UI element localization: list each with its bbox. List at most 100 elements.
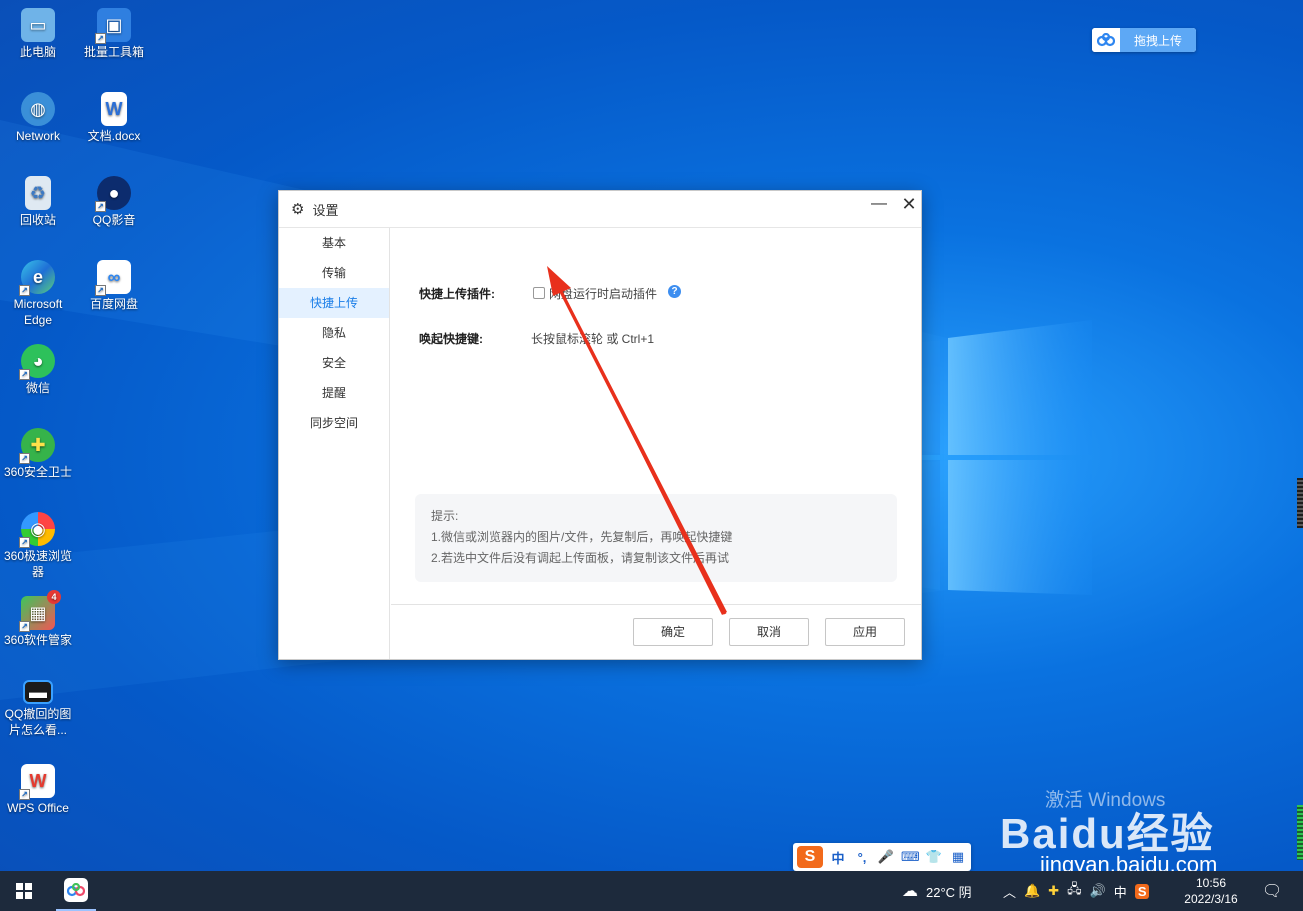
- settings-content: 快捷上传插件: 网盘运行时启动插件 ? 唤起快捷键: 长按鼠标滚轮 或 Ctrl…: [391, 228, 921, 604]
- ime-language-indicator[interactable]: 中: [1114, 882, 1127, 901]
- network-globe-icon: ◍: [21, 92, 55, 126]
- edge-scroll-handle[interactable]: [1297, 478, 1303, 528]
- dialog-title: 设置: [312, 202, 339, 218]
- desktop-icon-label: 360极速浏览器: [3, 549, 73, 579]
- desktop-icon-this-pc[interactable]: ▭ 此电脑: [0, 8, 76, 60]
- nav-item-privacy[interactable]: 隐私: [279, 318, 389, 348]
- desktop-icon-edge[interactable]: e ↗ Microsoft Edge: [0, 260, 76, 328]
- desktop-icon-label: 微信: [25, 381, 50, 395]
- dialog-titlebar[interactable]: ⚙ 设置: [279, 191, 921, 228]
- edge-browser-icon: e ↗: [19, 260, 55, 296]
- taskbar-baidu-netdisk[interactable]: [56, 871, 96, 911]
- action-center-icon[interactable]: 🗨: [1262, 871, 1282, 911]
- help-icon[interactable]: ?: [668, 285, 681, 298]
- gear-icon: ⚙: [291, 201, 305, 218]
- desktop-icon-label: WPS Office: [7, 801, 69, 815]
- weather-text: 22°C 阴: [926, 884, 972, 900]
- nav-item-security[interactable]: 安全: [279, 348, 389, 378]
- tips-box: 提示: 1.微信或浏览器内的图片/文件，先复制后，再唤起快捷键 2.若选中文件后…: [415, 494, 897, 582]
- desktop-icon-baidu-netdisk[interactable]: ∞ ↗ 百度网盘: [76, 260, 152, 312]
- desktop-icon-360-browser[interactable]: ◉ ↗ 360极速浏览器: [0, 512, 76, 580]
- desktop-icon-wps[interactable]: W ↗ WPS Office: [0, 764, 76, 816]
- windows-logo-icon: [16, 883, 32, 899]
- desktop-icon-label: Microsoft Edge: [13, 297, 63, 327]
- wechat-icon: ◕ ↗: [19, 344, 55, 380]
- network-icon[interactable]: 🖧: [1067, 880, 1082, 902]
- nav-item-sync-space[interactable]: 同步空间: [279, 408, 389, 438]
- ime-punctuation[interactable]: °,: [853, 850, 871, 865]
- cancel-button[interactable]: 取消: [729, 618, 809, 646]
- baidu-netdisk-icon: [1092, 28, 1120, 52]
- plugin-startup-checkbox[interactable]: [533, 287, 545, 299]
- desktop-icon-qq-recall[interactable]: ▬ QQ撤回的图片怎么看...: [0, 680, 76, 738]
- wps-office-icon: W ↗: [19, 764, 55, 800]
- 360-safe-icon: ✚ ↗: [19, 428, 55, 464]
- sogou-logo-icon[interactable]: S: [797, 846, 823, 868]
- microphone-icon[interactable]: 🎤: [877, 849, 895, 865]
- desktop-icon-label: 360软件管家: [3, 633, 73, 647]
- notification-badge: 4: [47, 590, 61, 604]
- clock-time: 10:56: [1195, 876, 1227, 890]
- video-file-icon: ▬: [23, 680, 53, 704]
- drag-upload-button[interactable]: 拖拽上传: [1092, 28, 1196, 52]
- tips-title: 提示:: [431, 509, 459, 523]
- baidu-netdisk-icon: [64, 878, 88, 902]
- nav-item-reminder[interactable]: 提醒: [279, 378, 389, 408]
- desktop-icon-wechat[interactable]: ◕ ↗ 微信: [0, 344, 76, 396]
- clock[interactable]: 10:56 2022/3/16: [1180, 875, 1242, 907]
- desktop-icon-label: 回收站: [19, 213, 56, 227]
- desktop-icon-label: 百度网盘: [89, 297, 138, 311]
- plugin-startup-checkbox-label[interactable]: 网盘运行时启动插件: [549, 285, 657, 302]
- desktop-icon-label: 批量工具箱: [83, 45, 144, 59]
- nav-item-transfer[interactable]: 传输: [279, 258, 389, 288]
- desktop-icon-docx[interactable]: W 文档.docx: [76, 92, 152, 144]
- desktop-icon-label: QQ影音: [92, 213, 136, 227]
- system-tray: ︿ 🔔 ✚ 🖧 🔊 中 S: [1003, 871, 1150, 911]
- ok-button[interactable]: 确定: [633, 618, 713, 646]
- weather-widget[interactable]: ☁ 22°C 阴: [902, 871, 972, 911]
- tip-line: 1.微信或浏览器内的图片/文件，先复制后，再唤起快捷键: [431, 530, 733, 544]
- desktop-icon-recycle-bin[interactable]: ♻ 回收站: [0, 176, 76, 228]
- qq-player-icon: ● ↗: [95, 176, 131, 212]
- apply-button[interactable]: 应用: [825, 618, 905, 646]
- desktop-icon-label: 此电脑: [19, 45, 56, 59]
- nav-item-quick-upload[interactable]: 快捷上传: [279, 288, 389, 318]
- tip-line: 2.若选中文件后没有调起上传面板，请复制该文件后再试: [431, 551, 730, 565]
- settings-dialog: ⚙ 设置 — ✕ 基本 传输 快捷上传 隐私 安全 提醒 同步空间 快捷上传插件…: [278, 190, 922, 660]
- baidu-netdisk-icon: ∞ ↗: [95, 260, 131, 296]
- desktop-icon-label: 360安全卫士: [3, 465, 73, 479]
- hotkey-label: 唤起快捷键:: [419, 332, 483, 346]
- 360-tray-icon[interactable]: ✚: [1048, 883, 1059, 899]
- clock-date: 2022/3/16: [1184, 892, 1238, 906]
- desktop-icon-360-safe[interactable]: ✚ ↗ 360安全卫士: [0, 428, 76, 480]
- plugin-label: 快捷上传插件:: [419, 287, 495, 301]
- close-button[interactable]: ✕: [893, 193, 925, 217]
- desktop-icon-label: 文档.docx: [87, 129, 141, 143]
- recycle-bin-icon: ♻: [25, 176, 51, 210]
- edge-volume-handle[interactable]: [1297, 805, 1303, 860]
- ime-chinese-mode[interactable]: 中: [829, 848, 847, 867]
- desktop-icon-batch-toolbox[interactable]: ▣ ↗ 批量工具箱: [76, 8, 152, 60]
- settings-nav: 基本 传输 快捷上传 隐私 安全 提醒 同步空间: [279, 228, 390, 659]
- desktop-icon-network[interactable]: ◍ Network: [0, 92, 76, 144]
- sogou-tray-icon[interactable]: S: [1134, 883, 1150, 899]
- taskbar: ☁ 22°C 阴 ︿ 🔔 ✚ 🖧 🔊 中 S 10:56 2022/3/16 🗨: [0, 871, 1303, 911]
- desktop-icon-360-software[interactable]: ▦ 4 ↗ 360软件管家: [0, 590, 76, 648]
- notification-bell-icon[interactable]: 🔔: [1024, 883, 1040, 899]
- start-button[interactable]: [0, 871, 48, 911]
- chevron-up-icon[interactable]: ︿: [1003, 882, 1016, 901]
- 360-browser-icon: ◉ ↗: [19, 512, 55, 548]
- keyboard-icon[interactable]: ⌨: [901, 849, 920, 865]
- toolbox-icon: ▣ ↗: [95, 8, 131, 44]
- nav-item-basic[interactable]: 基本: [279, 228, 389, 258]
- minimize-button[interactable]: —: [863, 193, 895, 217]
- volume-icon[interactable]: 🔊: [1090, 883, 1106, 899]
- dialog-footer: 确定 取消 应用: [391, 604, 921, 659]
- computer-icon: ▭: [21, 8, 55, 42]
- desktop-icon-qq-player[interactable]: ● ↗ QQ影音: [76, 176, 152, 228]
- toolbox-grid-icon[interactable]: ▦: [949, 849, 967, 865]
- skin-icon[interactable]: 👕: [925, 849, 943, 865]
- desktop-icon-label: QQ撤回的图片怎么看...: [4, 707, 72, 737]
- desktop-icon-label: Network: [15, 129, 60, 143]
- ime-toolbar: S 中 °, 🎤 ⌨ 👕 ▦: [793, 843, 971, 871]
